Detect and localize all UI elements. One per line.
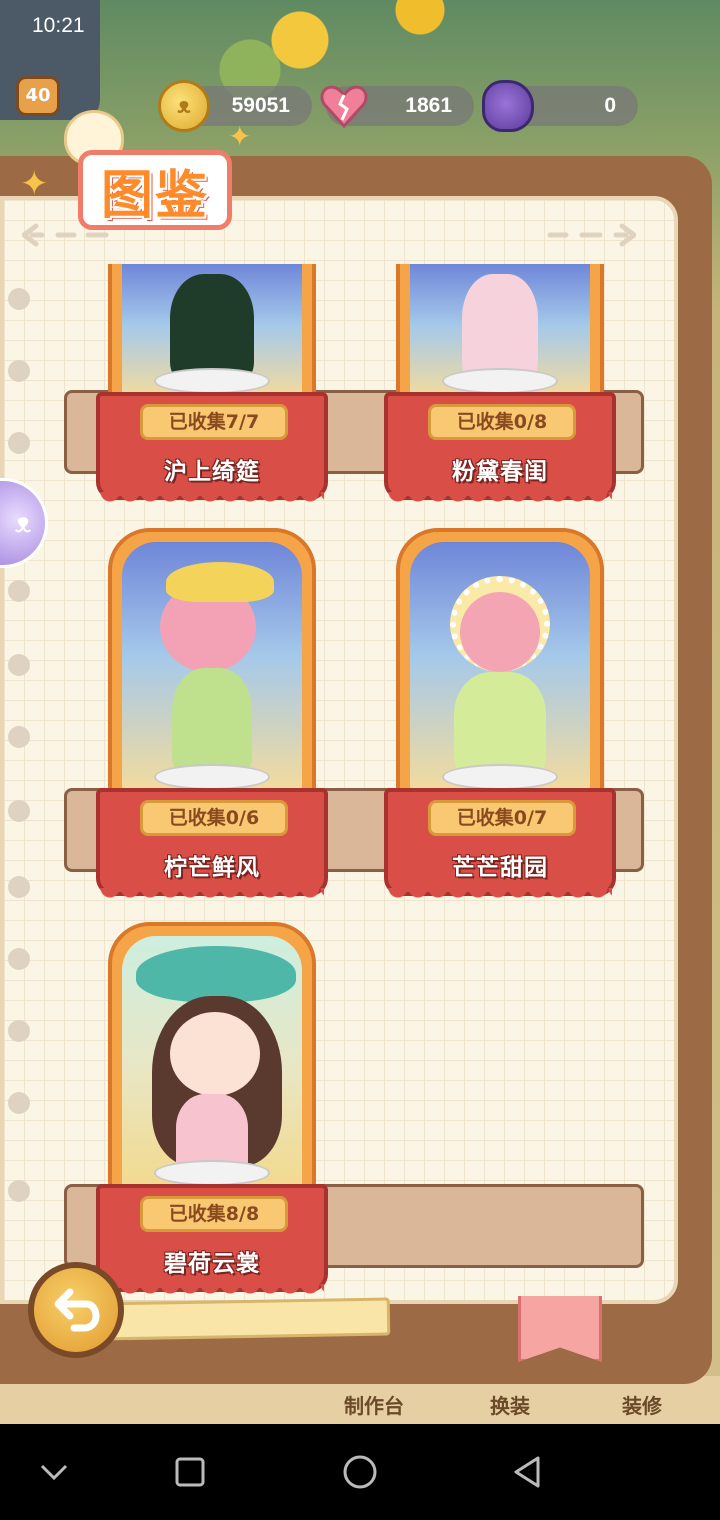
binder-ring [8,1020,30,1042]
background-decor-label: 装修 [622,1394,662,1418]
pedestal [442,368,558,394]
status-time: 10:21 [32,14,85,37]
glove-counter[interactable]: 0 [482,80,638,132]
binder-ring [8,1180,30,1202]
lotus-leaf-hat [136,946,296,1002]
title-box: 图鉴 [78,150,232,230]
character-figure [172,668,252,778]
collection-name: 粉黛春闺 [452,459,548,485]
pedestal [154,368,270,394]
pedestal [154,764,270,790]
next-page-arrow-icon[interactable] [546,222,636,248]
heart-value: 1861 [405,94,452,117]
card-frame [396,528,604,800]
card-frame [396,264,604,404]
card-frame [108,922,316,1196]
pedestal [442,764,558,790]
binder-ring [8,726,30,748]
chevron-down-icon[interactable] [34,1452,74,1492]
sparkle-icon: ✦ [20,164,49,204]
yellow-beret [166,562,274,602]
collection-name: 柠芒鲜风 [164,855,260,881]
card-frame [108,264,316,404]
coin-value: 59051 [231,94,290,117]
collected-count: 已收集0/6 [140,800,288,836]
binder-ring [8,360,30,382]
home-circle-icon[interactable] [340,1452,380,1492]
card-banner: 已收集7/7 沪上绮筵 [96,392,328,506]
binder-ring [8,432,30,454]
card-banner: 已收集0/7 芒芒甜园 [384,788,616,902]
card-banner: 已收集0/6 柠芒鲜风 [96,788,328,902]
page-title: 图鉴 [100,165,209,226]
glove-value: 0 [604,94,616,117]
sparkle-icon: ✦ [228,120,252,153]
collected-count: 已收集0/8 [428,404,576,440]
back-triangle-icon[interactable] [508,1452,548,1492]
collected-count: 已收集0/7 [428,800,576,836]
broken-heart-icon [318,80,370,132]
pedestal [154,1160,270,1186]
collected-count: 已收集7/7 [140,404,288,440]
back-arrow-icon [54,1288,100,1332]
binder-ring [8,580,30,602]
bunny-icon: ᴥ [14,506,32,539]
system-nav-bar [0,1424,720,1520]
binder-ring [8,800,30,822]
binder-ring [8,1092,30,1114]
card-banner: 已收集0/8 粉黛春闺 [384,392,616,506]
collection-name: 芒芒甜园 [452,855,548,881]
character-head [170,1012,260,1096]
character-figure [454,672,546,778]
card-banner: 已收集8/8 碧荷云裳 [96,1184,328,1298]
back-button[interactable] [28,1262,124,1358]
binder-ring [8,876,30,898]
glove-icon [482,80,534,132]
collection-name: 碧荷云裳 [164,1251,260,1277]
heart-counter[interactable]: 1861 [320,85,474,129]
title-badge: ✦ ✦ 图鉴 [20,110,251,230]
binder-ring [8,948,30,970]
collection-name: 沪上绮筵 [164,459,260,485]
recents-square-icon[interactable] [170,1452,210,1492]
card-frame [108,528,316,800]
character-head [460,592,540,672]
decorative-tape [99,1297,391,1341]
binder-ring [8,654,30,676]
background-workbench-label: 制作台 [344,1394,404,1418]
collected-count: 已收集8/8 [140,1196,288,1232]
background-dressup-label: 换装 [490,1394,530,1418]
binder-ring [8,288,30,310]
